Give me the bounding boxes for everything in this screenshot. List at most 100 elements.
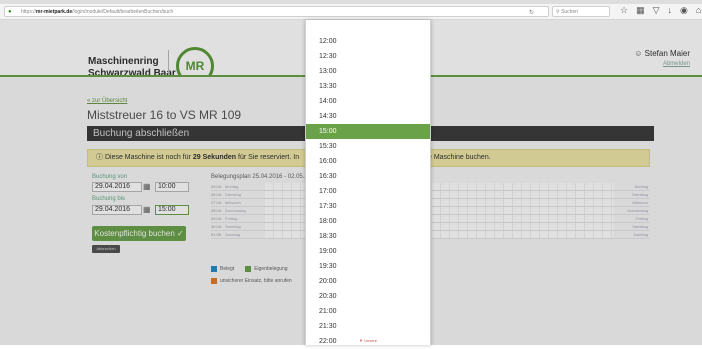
plan-date: 01.05. <box>211 232 223 237</box>
legend-unsure: unsicherer Einsatz, bitte anrufen <box>211 278 292 284</box>
plan-weekday: Mittwoch <box>632 200 648 205</box>
time-option[interactable]: 18:30 <box>306 229 430 244</box>
time-option[interactable]: 16:30 <box>306 169 430 184</box>
lock-icon: ● <box>8 9 12 15</box>
logout-link[interactable]: Abmelden <box>663 61 690 67</box>
time-option[interactable]: 19:00 <box>306 244 430 259</box>
legend-unsure-label: unsicherer Einsatz, bitte anrufen <box>220 278 292 284</box>
plan-label: Belegungsplan 25.04.2016 - 02.05.2 <box>211 174 308 180</box>
user-info: ☺ Stefan Maier Abmelden <box>600 49 690 67</box>
calendar-icon[interactable]: ▦ <box>143 205 151 214</box>
time-option[interactable]: 20:00 <box>306 274 430 289</box>
plan-row: Mittwoch <box>432 199 650 207</box>
legend-unsure-swatch <box>211 278 217 284</box>
plan-date: 25.04. <box>211 184 223 189</box>
time-option[interactable]: 13:00 <box>306 64 430 79</box>
plan-row: Montag <box>432 183 650 191</box>
bookmark-star-icon[interactable]: ☆ <box>620 5 628 16</box>
plan-row: 29.04. Freitag <box>211 215 305 223</box>
user-icon: ☺ <box>634 49 645 58</box>
time-option[interactable]: 12:00 <box>306 34 430 49</box>
time-option[interactable]: 15:30 <box>306 139 430 154</box>
plan-weekday: Sonntag <box>225 232 240 237</box>
notice-countdown: 29 Sekunden <box>192 154 237 161</box>
time-option[interactable]: 21:00 <box>306 304 430 319</box>
to-date-field[interactable]: 29.04.2016 <box>92 205 142 215</box>
time-option[interactable]: 17:00 <box>306 184 430 199</box>
book-button[interactable]: Kostenpflichtig buchen ✓ <box>92 226 186 241</box>
cancel-button[interactable]: Abbrechen <box>92 245 120 253</box>
search-placeholder: Suchen <box>561 9 579 15</box>
toolbar-icons: ☆ ▦ ▽ ↓ ◉ ⌂ <box>620 5 701 16</box>
legend-busy: Belegt Eigenbelegung <box>211 266 288 272</box>
brand-line-1: Maschinenring <box>88 56 159 67</box>
plan-weekday: Montag <box>634 184 648 189</box>
legend-own-swatch <box>245 266 252 272</box>
time-option[interactable]: 21:30 <box>306 319 430 334</box>
browser-toolbar: ● https://mr-mietpark.de/login/module/De… <box>0 0 702 20</box>
plan-weekday: Montag <box>225 184 239 189</box>
plan-date: 30.04. <box>211 224 223 229</box>
occupancy-plan-left: 25.04. Montag 26.04. Dienstag 27.04. Mittwo… <box>211 183 305 261</box>
from-label: Buchung von <box>92 174 128 180</box>
url-host: mr-mietpark.de <box>36 9 73 15</box>
reload-icon[interactable]: ↻ <box>529 8 534 16</box>
time-dropdown[interactable]: 12:00 12:30 13:00 13:30 14:00 14:30 15:00 15:30… <box>305 20 431 345</box>
calendar-icon[interactable]: ▦ <box>143 182 151 191</box>
home-icon[interactable]: ⌂ <box>696 5 701 16</box>
from-time-field[interactable]: 10:00 <box>155 182 189 192</box>
time-option[interactable]: 14:30 <box>306 109 430 124</box>
book-button-label: Kostenpflichtig buchen <box>94 229 175 238</box>
plan-row: Donnerstag <box>432 207 650 215</box>
page-title: Miststreuer 16 to VS MR 109 <box>87 108 242 122</box>
pocket-icon[interactable]: ▽ <box>653 5 660 16</box>
download-icon[interactable]: ↓ <box>668 5 673 16</box>
plan-date: 27.04. <box>211 200 223 205</box>
plan-weekday: Mittwoch <box>225 200 241 205</box>
legend-busy-label: Belegt <box>220 266 235 272</box>
time-option[interactable]: 19:30 <box>306 259 430 274</box>
plan-row: Sonntag <box>432 231 650 239</box>
url-path: /login/module/Default/bearbeitenBuchen/b… <box>72 9 174 15</box>
plan-row: 28.04. Donnerstag <box>211 207 305 215</box>
plan-weekday: Donnerstag <box>225 208 246 213</box>
plan-date: 29.04. <box>211 216 223 221</box>
plan-weekday: Sonntag <box>633 232 648 237</box>
bookmarks-list-icon[interactable]: ▦ <box>636 5 645 16</box>
back-to-overview-link[interactable]: « zur Übersicht <box>87 98 127 104</box>
check-icon: ✓ <box>177 229 184 238</box>
plan-row: Freitag <box>432 215 650 223</box>
plan-weekday: Dienstag <box>632 192 648 197</box>
time-option[interactable]: 20:30 <box>306 289 430 304</box>
dropdown-footer: ▼ Unsere <box>359 338 377 343</box>
address-bar[interactable]: ● https://mr-mietpark.de/login/module/De… <box>4 6 549 17</box>
plan-row: Dienstag <box>432 191 650 199</box>
notice-mid: für Sie reserviert. In <box>238 154 300 161</box>
info-icon: ⓘ <box>96 154 105 161</box>
browser-search-input[interactable]: ⚲ Suchen <box>552 6 610 17</box>
plan-weekday: Freitag <box>225 216 238 221</box>
to-time-field[interactable]: 15:00 <box>155 205 189 215</box>
legend-own-label: Eigenbelegung <box>254 266 288 272</box>
plan-weekday: Donnerstag <box>627 208 648 213</box>
from-date-field[interactable]: 29.04.2016 <box>92 182 142 192</box>
plan-date: 28.04. <box>211 208 223 213</box>
occupancy-plan-right: Montag Dienstag Mittwoch Donnerstag Frei… <box>432 183 650 261</box>
time-option[interactable]: 14:00 <box>306 94 430 109</box>
time-option[interactable]: 13:30 <box>306 79 430 94</box>
time-option[interactable]: 16:00 <box>306 154 430 169</box>
plan-row: 26.04. Dienstag <box>211 191 305 199</box>
time-option[interactable]: 18:00 <box>306 214 430 229</box>
time-option[interactable]: 17:30 <box>306 199 430 214</box>
notice-tail: e Maschine buchen. <box>428 154 491 161</box>
plan-row: 27.04. Mittwoch <box>211 199 305 207</box>
legend-busy-swatch <box>211 266 217 272</box>
notice-prefix: Diese Maschine ist noch für <box>104 154 191 161</box>
plan-row: 01.05. Sonntag <box>211 231 305 239</box>
time-option[interactable]: 15:00 <box>306 124 430 139</box>
addon-icon[interactable]: ◉ <box>680 5 688 16</box>
plan-weekday: Samstag <box>632 224 648 229</box>
time-option[interactable]: 12:30 <box>306 49 430 64</box>
to-label: Buchung bis <box>92 196 126 202</box>
user-name: Stefan Maier <box>644 49 690 58</box>
